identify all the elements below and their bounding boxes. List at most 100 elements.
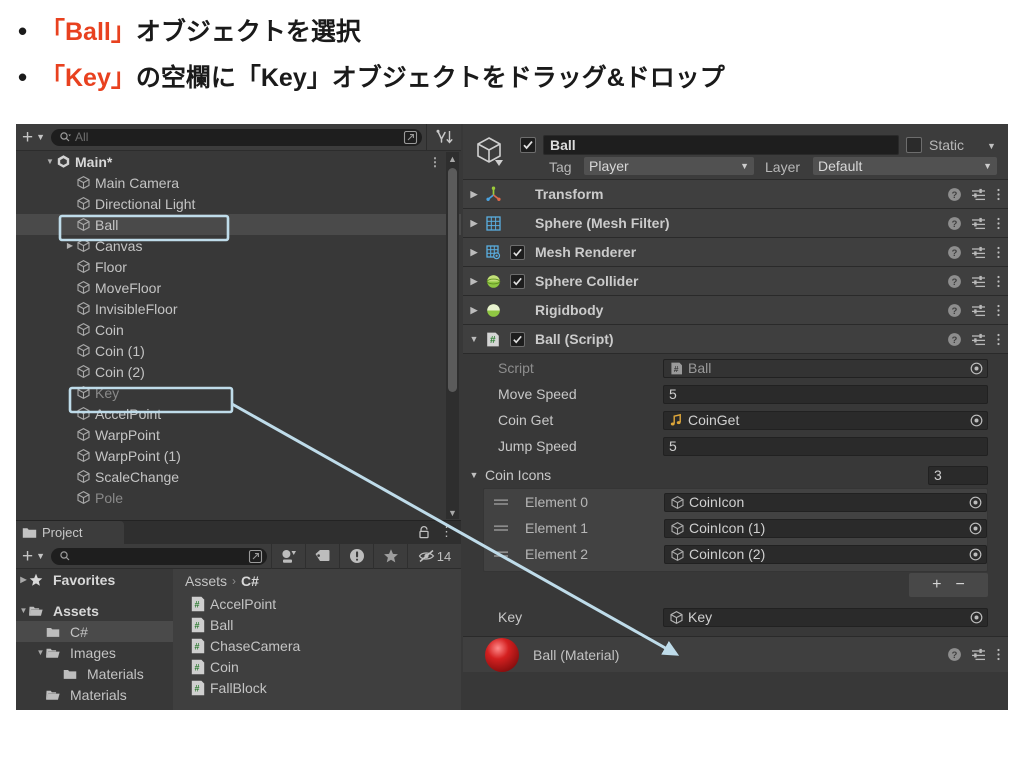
hierarchy-item-directional-light[interactable]: Directional Light (16, 193, 461, 214)
component-header-mesh-renderer[interactable]: ▶ Mesh Renderer? (463, 238, 1008, 267)
search-picker-icon[interactable] (403, 130, 418, 145)
object-picker-icon[interactable] (969, 413, 984, 428)
help-icon[interactable]: ? (947, 187, 962, 202)
gameobject-active-checkbox[interactable] (520, 137, 536, 153)
hierarchy-item-scalechange[interactable]: ScaleChange (16, 466, 461, 487)
object-picker-icon[interactable] (969, 610, 984, 625)
hierarchy-scrollbar[interactable]: ▲ ▼ (446, 152, 459, 519)
project-file-accelpoint[interactable]: # AccelPoint (173, 593, 461, 614)
hierarchy-item-ball[interactable]: Ball (16, 214, 461, 235)
component-header-rigidbody[interactable]: ▶ Rigidbody? (463, 296, 1008, 325)
triangle-down-icon[interactable]: ▼ (18, 606, 29, 615)
project-file-ball[interactable]: # Ball (173, 614, 461, 635)
triangle-down-icon[interactable]: ▼ (44, 157, 56, 166)
component-menu-icon[interactable] (996, 187, 1001, 202)
key-object-field[interactable]: Key (663, 607, 988, 627)
breadcrumb-root[interactable]: Assets (185, 573, 227, 589)
object-picker-icon[interactable] (968, 547, 983, 562)
project-file-chasecamera[interactable]: # ChaseCamera (173, 635, 461, 656)
project-folder-tree[interactable]: ▶ Favorites ▼ Assets C# ▼ Images Materials Mater… (16, 569, 173, 710)
property-field-move-speed[interactable]: 5 (663, 384, 988, 404)
hierarchy-item-warppoint[interactable]: WarpPoint (16, 424, 461, 445)
property-field-script[interactable]: # Ball (663, 358, 988, 378)
array-element-field[interactable]: CoinIcon (1) (664, 518, 987, 538)
filter-by-label-button[interactable] (305, 543, 339, 569)
material-header[interactable]: Ball (Material) ? (463, 636, 1008, 672)
triangle-right-icon[interactable]: ▶ (463, 276, 485, 287)
error-filter-button[interactable] (339, 543, 373, 569)
tab-project[interactable]: Project (16, 521, 124, 544)
hidden-items-button[interactable]: 14 (407, 543, 461, 569)
component-menu-icon[interactable] (996, 647, 1001, 662)
preset-icon[interactable] (971, 187, 987, 202)
object-picker-icon[interactable] (968, 521, 983, 536)
project-tree-item-favorites[interactable]: ▶ Favorites (16, 569, 173, 590)
help-icon[interactable]: ? (947, 303, 962, 318)
triangle-down-icon[interactable]: ▼ (463, 334, 485, 344)
hierarchy-tree[interactable]: ▼ Main* ⋮ Main Camera Directional Light Ball ▶… (16, 151, 461, 520)
search-picker-icon[interactable] (248, 549, 263, 564)
triangle-right-icon[interactable]: ▶ (463, 305, 485, 316)
project-search-input[interactable] (51, 547, 267, 565)
component-menu-icon[interactable] (996, 274, 1001, 289)
triangle-right-icon[interactable]: ▶ (18, 575, 29, 584)
hierarchy-scroll-thumb[interactable] (448, 168, 457, 392)
lock-icon[interactable] (417, 525, 431, 539)
chevron-down-icon[interactable]: ▼ (36, 132, 51, 142)
component-menu-icon[interactable] (996, 216, 1001, 231)
object-picker-icon[interactable] (968, 495, 983, 510)
gameobject-name-field[interactable]: Ball (543, 135, 899, 155)
array-element-field[interactable]: CoinIcon (664, 492, 987, 512)
hierarchy-item-main-camera[interactable]: Main Camera (16, 172, 461, 193)
drag-handle-icon[interactable] (494, 550, 508, 558)
help-icon[interactable]: ? (947, 647, 962, 662)
property-field-jump-speed[interactable]: 5 (663, 436, 988, 456)
hierarchy-item-pole[interactable]: Pole (16, 487, 461, 508)
component-header-ball-script[interactable]: ▼ # Ball (Script)? (463, 325, 1008, 354)
hierarchy-item-menu-icon[interactable]: ⋮ (429, 155, 441, 169)
array-remove-button[interactable]: − (956, 576, 965, 594)
project-file-list[interactable]: # AccelPoint # Ball # ChaseCamera # Coin # FallBl… (173, 593, 461, 698)
help-icon[interactable]: ? (947, 274, 962, 289)
drag-handle-icon[interactable] (494, 524, 508, 532)
component-header-transform[interactable]: ▶ Transform? (463, 180, 1008, 209)
project-tree-item-c-[interactable]: C# (16, 621, 173, 642)
chevron-down-icon[interactable]: ▼ (987, 141, 996, 151)
triangle-right-icon[interactable]: ▶ (64, 241, 76, 250)
hierarchy-item-floor[interactable]: Floor (16, 256, 461, 277)
component-menu-icon[interactable] (996, 245, 1001, 260)
project-tree-item-materials[interactable]: Materials (16, 663, 173, 684)
preset-icon[interactable] (971, 303, 987, 318)
hierarchy-item-coin-2[interactable]: Coin (2) (16, 361, 461, 382)
project-menu-icon[interactable]: ⋮ (440, 524, 453, 540)
preset-icon[interactable] (971, 332, 987, 347)
preset-icon[interactable] (971, 245, 987, 260)
hierarchy-item-canvas[interactable]: ▶ Canvas (16, 235, 461, 256)
object-picker-icon[interactable] (969, 361, 984, 376)
preset-icon[interactable] (971, 274, 987, 289)
project-file-fallblock[interactable]: # FallBlock (173, 677, 461, 698)
hierarchy-search-input[interactable]: All (51, 128, 422, 146)
scroll-down-icon[interactable]: ▼ (446, 506, 459, 519)
preset-icon[interactable] (971, 647, 987, 662)
triangle-right-icon[interactable]: ▶ (463, 189, 485, 200)
layer-dropdown[interactable]: Default ▼ (813, 157, 997, 175)
hierarchy-item-movefloor[interactable]: MoveFloor (16, 277, 461, 298)
project-tree-item-materials[interactable]: Materials (16, 684, 173, 705)
project-add-button[interactable]: + (16, 547, 36, 566)
component-header-sphere-mesh-filter[interactable]: ▶ Sphere (Mesh Filter)? (463, 209, 1008, 238)
component-enabled-checkbox[interactable] (510, 331, 525, 347)
filter-by-type-button[interactable] (271, 543, 305, 569)
array-add-button[interactable]: + (932, 576, 941, 594)
preset-icon[interactable] (971, 216, 987, 231)
component-menu-icon[interactable] (996, 303, 1001, 318)
array-size-field[interactable]: 3 (928, 465, 988, 485)
triangle-down-icon[interactable]: ▼ (463, 470, 485, 480)
sort-icon[interactable] (432, 128, 456, 146)
component-header-sphere-collider[interactable]: ▶ Sphere Collider? (463, 267, 1008, 296)
triangle-right-icon[interactable]: ▶ (463, 247, 485, 258)
array-element-field[interactable]: CoinIcon (2) (664, 544, 987, 564)
hierarchy-item-key[interactable]: Key (16, 382, 461, 403)
property-field-coin-get[interactable]: CoinGet (663, 410, 988, 430)
tag-dropdown[interactable]: Player ▼ (584, 157, 754, 175)
